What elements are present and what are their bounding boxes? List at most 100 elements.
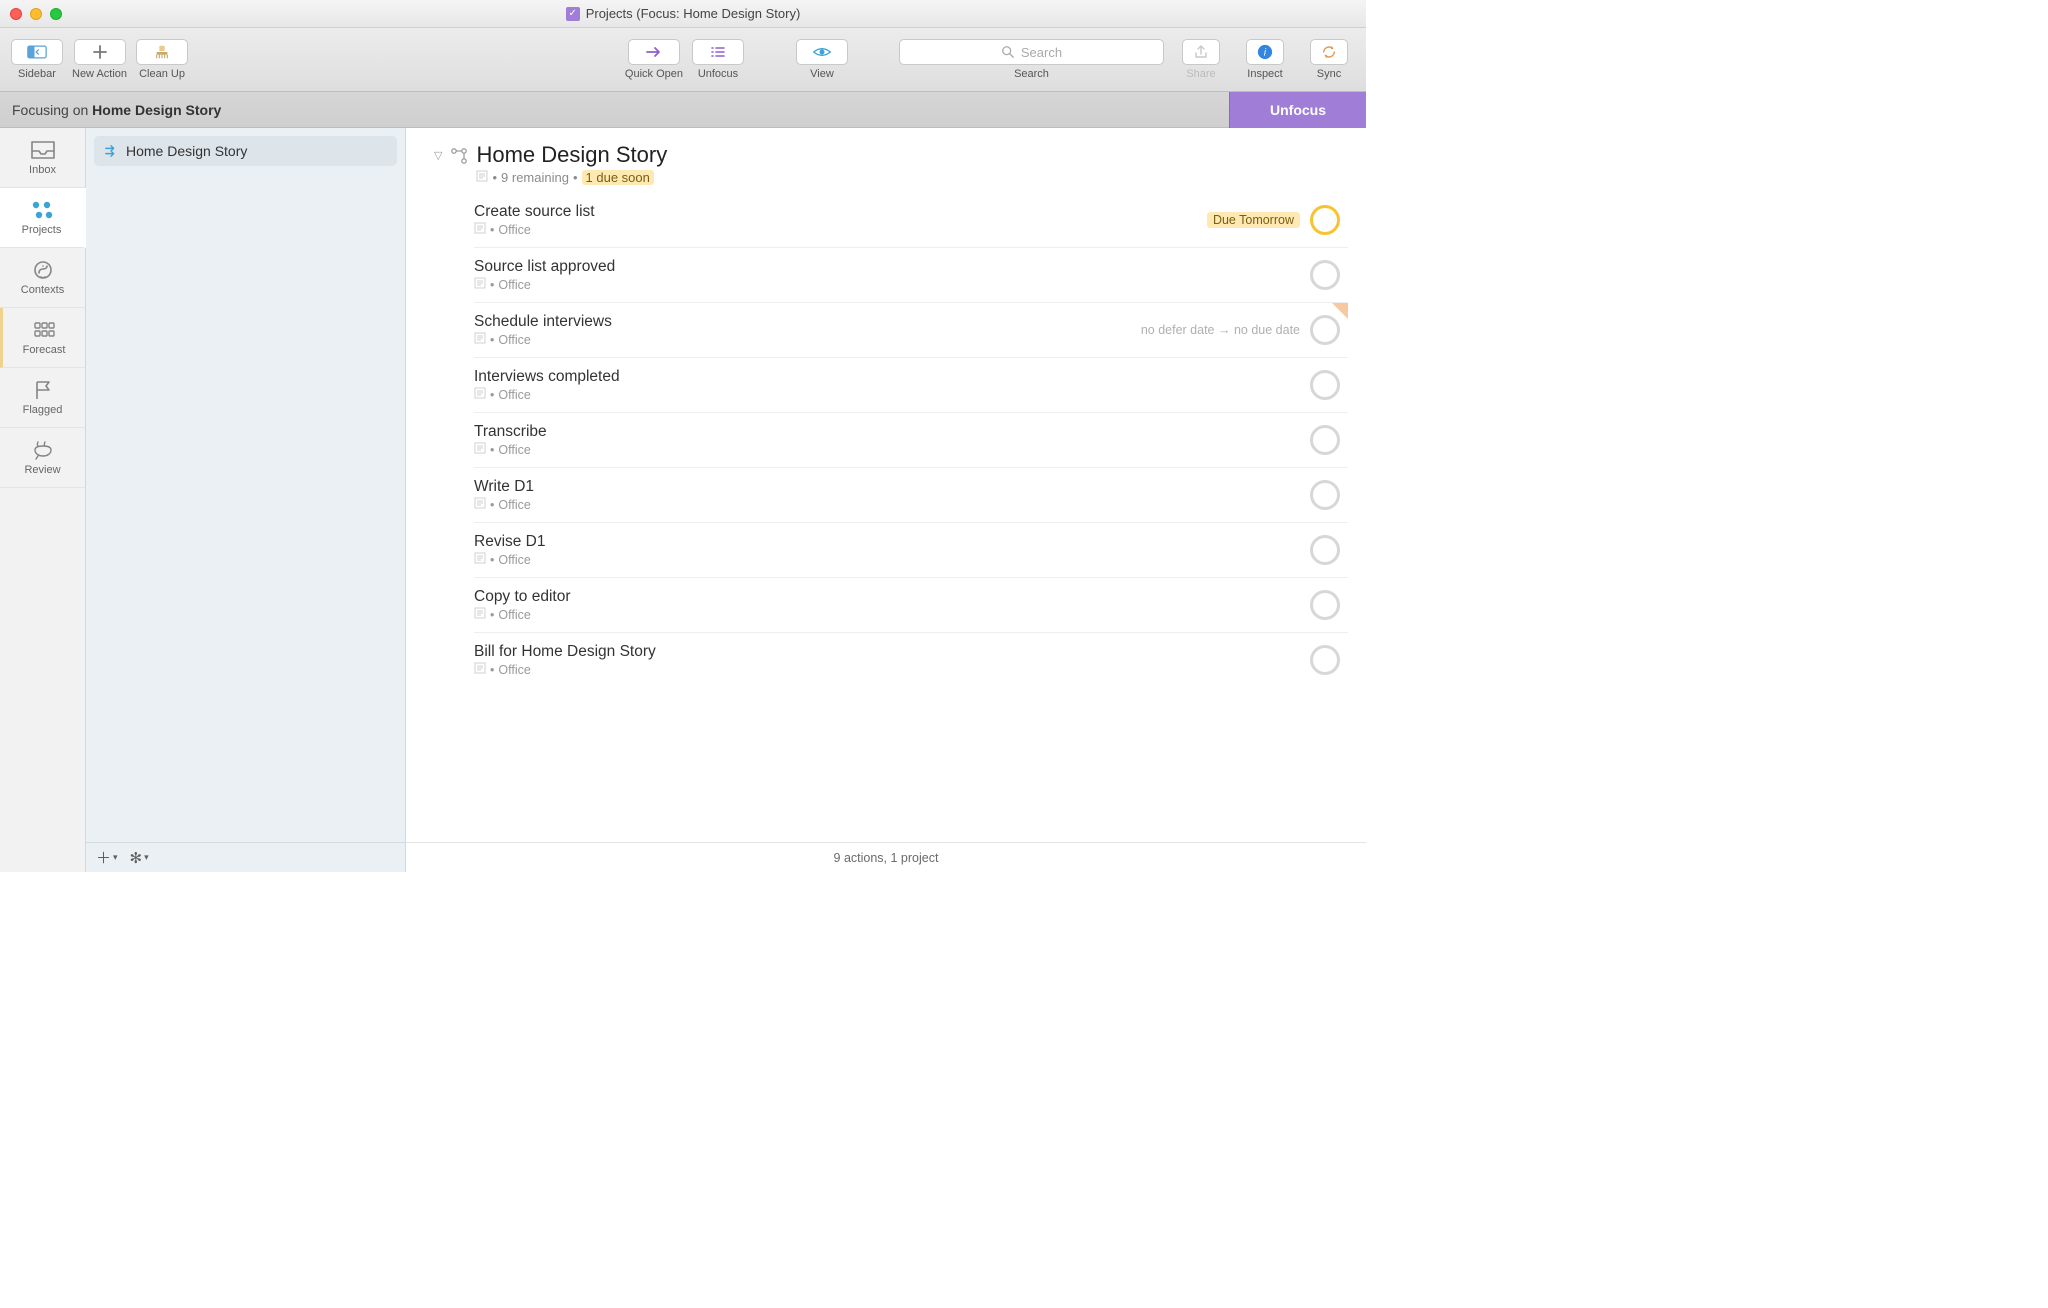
task-context: Office — [498, 278, 530, 292]
rail-review[interactable]: Review — [0, 428, 85, 488]
note-icon[interactable] — [474, 277, 486, 292]
task-subtitle: • Office — [474, 387, 1310, 402]
toolbar: Sidebar New Action Clean Up Quick Open U… — [0, 28, 1366, 92]
status-circle[interactable] — [1310, 590, 1340, 620]
task-row[interactable]: Schedule interviews • Officeno defer dat… — [474, 303, 1348, 358]
rail-contexts[interactable]: Contexts — [0, 248, 85, 308]
note-icon[interactable] — [476, 170, 488, 185]
task-subtitle: • Office — [474, 497, 1310, 512]
task-context: Office — [498, 663, 530, 677]
rail-forecast[interactable]: Forecast — [0, 308, 85, 368]
task-right — [1310, 480, 1340, 510]
task-title: Create source list — [474, 203, 1207, 221]
search-input[interactable]: Search — [899, 39, 1164, 65]
task-row[interactable]: Interviews completed • Office — [474, 358, 1348, 413]
sequential-icon — [104, 144, 118, 158]
task-title: Schedule interviews — [474, 313, 1141, 331]
task-right — [1310, 645, 1340, 675]
content-footer: 9 actions, 1 project — [406, 842, 1366, 872]
close-window-button[interactable] — [10, 8, 22, 20]
task-subtitle: • Office — [474, 332, 1141, 347]
note-icon[interactable] — [474, 552, 486, 567]
task-main: Write D1 • Office — [474, 478, 1310, 512]
add-menu[interactable]: ＋▾ — [96, 847, 118, 868]
sidebar: Home Design Story ＋▾ ✻▾ — [86, 128, 406, 872]
review-icon — [30, 439, 56, 461]
task-context: Office — [498, 608, 530, 622]
content-header: ▽ Home Design Story • 9 remaining • 1 du… — [406, 128, 1366, 193]
unfocus-toolbar-button[interactable]: Unfocus — [691, 39, 745, 80]
status-circle[interactable] — [1310, 370, 1340, 400]
status-circle[interactable] — [1310, 260, 1340, 290]
disclosure-icon[interactable]: ▽ — [434, 149, 442, 162]
share-label: Share — [1186, 68, 1215, 80]
task-list: Create source list • OfficeDue Tomorrow S… — [406, 193, 1366, 687]
flagged-icon — [30, 379, 56, 401]
status-circle[interactable] — [1310, 315, 1340, 345]
task-subtitle: • Office — [474, 662, 1310, 677]
rail-flagged-label: Flagged — [23, 404, 63, 416]
note-icon[interactable] — [474, 332, 486, 347]
task-subtitle: • Office — [474, 442, 1310, 457]
task-context: Office — [498, 388, 530, 402]
note-icon[interactable] — [474, 607, 486, 622]
status-circle[interactable] — [1310, 480, 1340, 510]
status-circle[interactable] — [1310, 425, 1340, 455]
new-action-label: New Action — [72, 68, 127, 80]
task-main: Schedule interviews • Office — [474, 313, 1141, 347]
task-row[interactable]: Bill for Home Design Story • Office — [474, 633, 1348, 687]
task-title: Write D1 — [474, 478, 1310, 496]
content: ▽ Home Design Story • 9 remaining • 1 du… — [406, 128, 1366, 872]
note-icon[interactable] — [474, 497, 486, 512]
note-icon[interactable] — [474, 442, 486, 457]
focus-project: Home Design Story — [92, 102, 221, 118]
status-circle[interactable] — [1310, 535, 1340, 565]
clean-up-button[interactable]: Clean Up — [135, 39, 189, 80]
rail-projects[interactable]: Projects — [0, 188, 86, 248]
task-row[interactable]: Revise D1 • Office — [474, 523, 1348, 578]
share-button[interactable]: Share — [1174, 39, 1228, 80]
task-context: Office — [498, 333, 530, 347]
task-title: Bill for Home Design Story — [474, 643, 1310, 661]
note-icon[interactable] — [474, 662, 486, 677]
sync-button[interactable]: Sync — [1302, 39, 1356, 80]
view-button[interactable]: View — [795, 39, 849, 80]
task-right — [1310, 590, 1340, 620]
status-circle[interactable] — [1310, 205, 1340, 235]
note-icon[interactable] — [474, 222, 486, 237]
task-main: Source list approved • Office — [474, 258, 1310, 292]
quick-open-label: Quick Open — [625, 68, 683, 80]
new-action-button[interactable]: New Action — [72, 39, 127, 80]
sidebar-button[interactable]: Sidebar — [10, 39, 64, 80]
main: Inbox Projects Contexts Forecast Flagged… — [0, 128, 1366, 872]
quick-open-button[interactable]: Quick Open — [625, 39, 683, 80]
rail-inbox[interactable]: Inbox — [0, 128, 85, 188]
note-icon[interactable] — [474, 387, 486, 402]
task-row[interactable]: Write D1 • Office — [474, 468, 1348, 523]
inspect-button[interactable]: i Inspect — [1238, 39, 1292, 80]
task-subtitle: • Office — [474, 277, 1310, 292]
status-circle[interactable] — [1310, 645, 1340, 675]
rail-contexts-label: Contexts — [21, 284, 64, 296]
sidebar-button-label: Sidebar — [18, 68, 56, 80]
zoom-window-button[interactable] — [50, 8, 62, 20]
gear-menu[interactable]: ✻▾ — [130, 849, 149, 867]
task-context: Office — [498, 223, 530, 237]
task-row[interactable]: Copy to editor • Office — [474, 578, 1348, 633]
rail-flagged[interactable]: Flagged — [0, 368, 85, 428]
search-icon — [1001, 45, 1015, 59]
focus-prefix: Focusing on — [12, 102, 92, 118]
task-row[interactable]: Create source list • OfficeDue Tomorrow — [474, 193, 1348, 248]
forecast-icon — [31, 319, 57, 341]
task-subtitle: • Office — [474, 607, 1310, 622]
task-row[interactable]: Transcribe • Office — [474, 413, 1348, 468]
sync-label: Sync — [1317, 68, 1341, 80]
sidebar-footer: ＋▾ ✻▾ — [86, 842, 405, 872]
task-row[interactable]: Source list approved • Office — [474, 248, 1348, 303]
task-right: no defer date → no due date — [1141, 315, 1340, 345]
sidebar-project-row[interactable]: Home Design Story — [94, 136, 397, 166]
task-title: Revise D1 — [474, 533, 1310, 551]
minimize-window-button[interactable] — [30, 8, 42, 20]
contexts-icon — [30, 259, 56, 281]
unfocus-button[interactable]: Unfocus — [1229, 92, 1366, 128]
